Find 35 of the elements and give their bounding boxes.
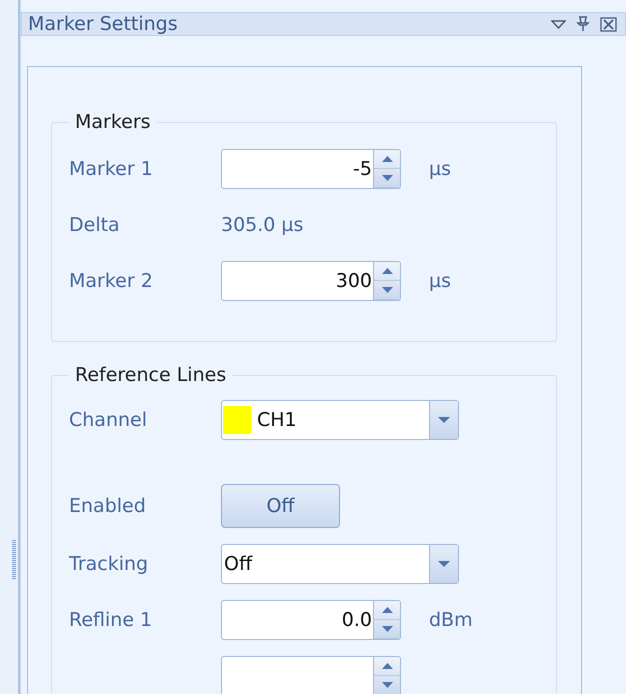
toggle-button[interactable]: Off [221, 484, 340, 528]
group-title: Markers [74, 111, 152, 133]
number-field[interactable]: -5 [221, 149, 401, 189]
dropdown[interactable]: Off [221, 544, 459, 584]
field-label: Delta [69, 214, 121, 236]
up-arrow-icon[interactable] [382, 663, 392, 669]
up-arrow-icon[interactable] [382, 156, 392, 162]
pin-icon[interactable] [576, 16, 590, 32]
unit-label: µs [429, 270, 451, 292]
dropdown-icon[interactable] [551, 20, 566, 28]
field-label: Channel [69, 409, 148, 431]
up-arrow-icon[interactable] [382, 607, 392, 613]
caret-icon[interactable] [438, 417, 450, 423]
down-arrow-icon[interactable] [382, 175, 392, 181]
resize-grip[interactable] [12, 540, 16, 580]
panel-title: Marker Settings [28, 13, 179, 35]
down-arrow-icon[interactable] [382, 626, 392, 632]
field-label: Tracking [69, 553, 150, 575]
unit-label: µs [429, 158, 451, 180]
reading-value: 305.0 µs [221, 214, 304, 236]
number-field[interactable]: 0.0 [221, 600, 401, 640]
group-title: Reference Lines [74, 364, 228, 386]
down-arrow-icon[interactable] [382, 287, 392, 293]
close-icon[interactable] [600, 16, 617, 32]
dropdown[interactable]: CH1 [221, 400, 459, 440]
down-arrow-icon[interactable] [382, 682, 392, 688]
unit-label: dBm [429, 609, 473, 631]
field-label: Marker 1 [69, 158, 154, 180]
number-field[interactable] [221, 656, 401, 694]
caret-icon[interactable] [438, 561, 450, 567]
up-arrow-icon[interactable] [382, 268, 392, 274]
field-label: Marker 2 [69, 270, 154, 292]
number-field[interactable]: 300 [221, 261, 401, 301]
field-label: Enabled [69, 495, 147, 517]
field-label: Refline 1 [69, 609, 154, 631]
